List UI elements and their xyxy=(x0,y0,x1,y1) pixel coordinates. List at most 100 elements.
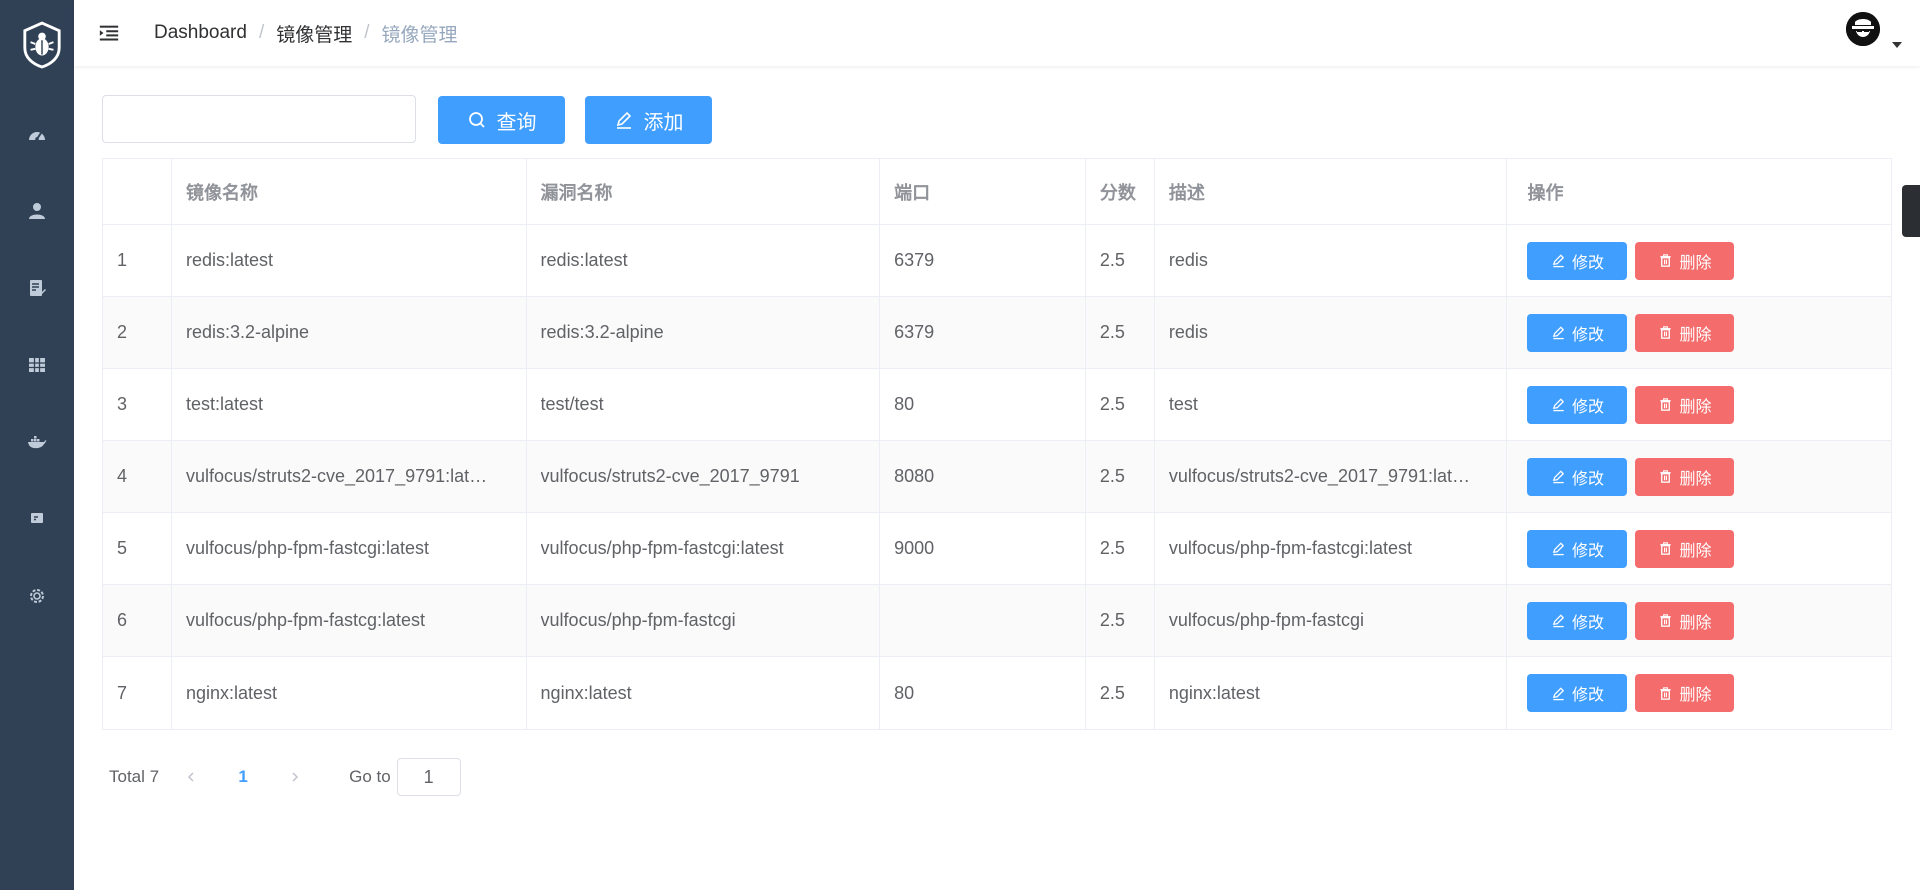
docker-icon[interactable] xyxy=(24,428,50,454)
cell-image-name: vulfocus/php-fpm-fastcg:latest xyxy=(172,585,527,656)
cell-vuln-name: test/test xyxy=(527,369,881,440)
breadcrumb-separator: / xyxy=(258,22,265,43)
cell-vuln-name: redis:latest xyxy=(527,225,881,296)
edit-pencil-icon xyxy=(1551,613,1572,628)
cell-text: nginx:latest xyxy=(540,682,632,703)
document-edit-icon[interactable] xyxy=(24,275,50,301)
card-icon[interactable] xyxy=(24,505,50,531)
cell-score: 2.5 xyxy=(1086,225,1155,296)
cell-text: vulfocus/php-fpm-fastcgi:latest xyxy=(185,538,430,558)
cell-text: test/test xyxy=(540,394,604,414)
add-button[interactable]: 添加 xyxy=(585,96,712,144)
trash-icon xyxy=(1658,253,1679,268)
cell-score: 2.5 xyxy=(1086,369,1155,440)
cell-actions: 修改 删除 xyxy=(1507,657,1891,729)
cell-description: redis xyxy=(1155,297,1508,368)
cell-text: redis xyxy=(1168,250,1208,270)
breadcrumb-dashboard[interactable]: Dashboard xyxy=(154,22,247,44)
edit-pencil-icon xyxy=(1551,325,1572,340)
cell-description: redis xyxy=(1155,225,1508,296)
cell-text: vulfocus/struts2-cve_2017_9791:lat… xyxy=(1168,466,1471,486)
chevron-right-icon[interactable] xyxy=(277,771,313,783)
pagination-goto-input[interactable] xyxy=(396,758,461,796)
cell-text: nginx:latest xyxy=(1168,682,1260,703)
search-icon xyxy=(468,112,485,128)
delete-button-label: 删除 xyxy=(1679,542,1712,560)
hamburger-menu-icon[interactable] xyxy=(96,20,122,46)
edit-button[interactable]: 修改 xyxy=(1527,385,1628,424)
cell-index: 3 xyxy=(103,369,172,440)
edit-button[interactable]: 修改 xyxy=(1527,241,1628,280)
delete-button[interactable]: 删除 xyxy=(1635,385,1735,424)
app-root: Dashboard / 镜像管理 / 镜像管理 查询 添加 镜像名称 漏洞名称 … xyxy=(0,0,1920,890)
cell-text: 2.5 xyxy=(1099,394,1125,414)
avatar[interactable] xyxy=(1846,12,1880,46)
cell-text: 80 xyxy=(894,394,915,414)
cell-actions: 修改 删除 xyxy=(1507,225,1891,296)
cell-text: redis:latest xyxy=(540,250,628,270)
edit-button-label: 修改 xyxy=(1571,542,1604,560)
cell-text: test xyxy=(1168,394,1198,414)
column-header-image-name: 镜像名称 xyxy=(172,159,527,224)
edit-button-label: 修改 xyxy=(1571,687,1604,704)
cell-text: vulfocus/php-fpm-fastcgi xyxy=(1168,610,1364,630)
delete-button[interactable]: 删除 xyxy=(1635,457,1735,496)
bug-shield-logo[interactable] xyxy=(20,20,64,70)
cell-text: 6379 xyxy=(894,250,935,270)
cell-image-name: redis:latest xyxy=(172,225,527,296)
breadcrumb-image-management[interactable]: 镜像管理 xyxy=(276,20,352,47)
cell-text: vulfocus/php-fpm-fastcgi:latest xyxy=(1168,538,1412,558)
delete-button-label: 删除 xyxy=(1679,614,1712,632)
grid-icon[interactable] xyxy=(24,352,50,378)
cell-text: vulfocus/struts2-cve_2017_9791 xyxy=(540,466,800,486)
edit-button[interactable]: 修改 xyxy=(1527,601,1628,640)
pagination-page-1[interactable]: 1 xyxy=(225,767,261,787)
table-body: 1 redis:latest redis:latest 6379 2.5 redis 修改删… xyxy=(103,225,1891,729)
cell-actions: 修改 删除 xyxy=(1507,369,1891,440)
chevron-left-icon[interactable] xyxy=(173,771,209,783)
cell-description: nginx:latest xyxy=(1155,657,1508,729)
delete-button[interactable]: 删除 xyxy=(1635,601,1735,640)
cell-image-name: nginx:latest xyxy=(172,657,527,729)
delete-button[interactable]: 删除 xyxy=(1635,241,1735,280)
cell-text: redis:latest xyxy=(185,250,273,270)
caret-down-icon[interactable] xyxy=(1892,42,1902,48)
delete-button[interactable]: 删除 xyxy=(1635,674,1735,712)
side-scroll-handle[interactable] xyxy=(1902,185,1920,237)
cell-port: 6379 xyxy=(880,225,1086,296)
breadcrumb: Dashboard / 镜像管理 / 镜像管理 xyxy=(154,20,458,46)
cell-port xyxy=(880,585,1086,656)
edit-button[interactable]: 修改 xyxy=(1527,529,1628,568)
column-header-port: 端口 xyxy=(880,159,1086,224)
gear-icon[interactable] xyxy=(24,583,50,609)
trash-icon xyxy=(1658,325,1679,340)
cell-text: 2.5 xyxy=(1099,538,1125,558)
delete-button[interactable]: 删除 xyxy=(1635,529,1735,568)
edit-pencil-icon xyxy=(1551,686,1572,701)
cell-text: vulfocus/php-fpm-fastcg:latest xyxy=(185,610,426,630)
cell-image-name: vulfocus/struts2-cve_2017_9791:lat… xyxy=(172,441,527,512)
edit-pencil-icon xyxy=(1551,397,1572,412)
user-icon[interactable] xyxy=(24,198,50,224)
column-header-description: 描述 xyxy=(1155,159,1508,224)
edit-button[interactable]: 修改 xyxy=(1527,313,1628,352)
cell-score: 2.5 xyxy=(1086,657,1155,729)
query-button[interactable]: 查询 xyxy=(438,96,565,144)
edit-button-label: 修改 xyxy=(1571,398,1604,416)
cell-text: 4 xyxy=(117,466,128,486)
delete-button[interactable]: 删除 xyxy=(1635,313,1735,352)
user-avatar-dropdown[interactable] xyxy=(1846,12,1902,52)
cell-actions: 修改 删除 xyxy=(1507,441,1891,512)
table-row: 7 nginx:latest nginx:latest 80 2.5 nginx:late… xyxy=(103,657,1891,729)
search-input[interactable] xyxy=(102,95,416,143)
delete-button-label: 删除 xyxy=(1679,398,1712,416)
cell-text: nginx:latest xyxy=(185,682,278,703)
cell-text: 80 xyxy=(894,682,915,703)
edit-button[interactable]: 修改 xyxy=(1527,674,1628,712)
cell-vuln-name: redis:3.2-alpine xyxy=(527,297,881,368)
pagination-goto: Go to xyxy=(349,758,461,796)
dashboard-icon[interactable] xyxy=(24,122,50,148)
cell-port: 6379 xyxy=(880,297,1086,368)
edit-button[interactable]: 修改 xyxy=(1527,457,1628,496)
trash-icon xyxy=(1658,469,1679,484)
